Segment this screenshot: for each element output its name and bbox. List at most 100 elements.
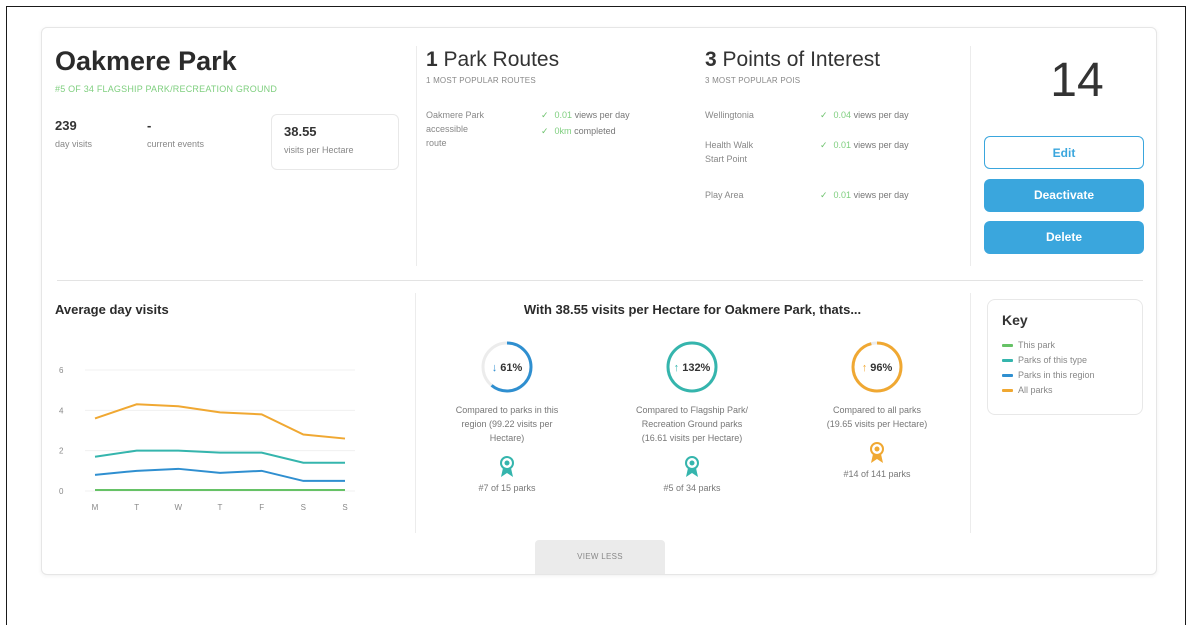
series-line-0 [94,403,346,440]
key-title: Key [1002,312,1028,328]
percent-value: 61% [500,362,522,374]
pois-subtitle: 3 MOST POPULAR POIS [705,76,801,85]
hectare-value: 38.55 [284,124,317,139]
pois-title: Points of Interest [722,48,881,71]
check-icon: ✓ [541,110,549,120]
park-title: Oakmere Park [55,46,237,76]
ring-label: ↓ 61% [492,362,523,374]
percent-value: 96% [870,362,892,374]
day-visits-chart: 0 2 4 6 M T W T F S S [59,366,355,512]
route-views-label: views per day [574,110,630,120]
award-badge-icon [870,442,884,463]
route-name-line: route [426,138,447,148]
key-label: Parks of this type [1018,355,1088,365]
poi-name[interactable]: Wellingtonia [705,108,754,122]
park-card: Oakmere Park #5 OF 34 FLAGSHIP PARK/RECR… [41,27,1157,575]
key-label: Parks in this region [1018,370,1095,380]
divider [970,46,971,266]
pois-count: 3 [705,48,717,71]
comparison-description: Compared to parks in this region (99.22 v… [422,403,592,445]
poi-stat: ✓ 0.01 views per day [820,137,909,153]
x-tick-label: F [259,503,264,512]
park-rank: #5 of 34 parks [663,483,721,493]
current-events-value: - [147,118,152,133]
series-line-2 [94,467,345,482]
description-line: Compared to all parks [832,405,922,415]
poi-views-label: views per day [853,190,909,200]
route-completed-value: 0km [554,126,572,136]
percent-value: 132% [682,362,710,374]
poi-name-line: Start Point [705,154,748,164]
description-line: Compared to parks in this [455,405,559,415]
ring-label: ↑ 132% [674,362,711,374]
route-views-value: 0.01 [554,110,573,120]
award-badge-icon [500,456,514,477]
percentage-ring: ↑ 132% [666,341,718,393]
x-tick-label: W [175,503,183,512]
y-tick-label: 0 [59,487,64,496]
comparison-title: With 38.55 visits per Hectare for Oakmer… [523,302,862,317]
percentage-ring: ↓ 61% [481,341,533,393]
divider [415,293,416,533]
route-name[interactable]: Oakmere Park accessible route [426,108,526,150]
routes-heading: 1 Park Routes [426,48,559,72]
key-item-parks-in-region: Parks in this region [1002,368,1142,383]
routes-section: 1 Park Routes 1 MOST POPULAR ROUTES [426,48,559,85]
description-line: (19.65 visits per Hectare) [826,419,928,429]
count-display: 14 [1050,54,1104,107]
comparison-item: ↑ 96% Compared to all parks (19.65 visits … [792,339,962,479]
swatch [1002,374,1013,378]
poi-views-value: 0.01 [833,190,852,200]
comparison-item: ↑ 132% Compared to Flagship Park/Recreati… [607,339,777,493]
description-line: region (99.22 visits per [461,419,553,429]
poi-views-label: views per day [853,110,909,120]
section-divider [57,280,1143,281]
comparison-item: ↓ 61% Compared to parks in this region (99… [422,339,592,493]
delete-button[interactable]: Delete [984,221,1144,254]
x-tick-label: S [301,503,306,512]
chart-title: Average day visits [55,302,169,317]
arrow-icon: ↑ [862,362,868,374]
divider [416,46,417,266]
poi-views-value: 0.04 [833,110,852,120]
poi-name-line: Health Walk [705,140,754,150]
hectare-label: visits per Hectare [284,145,354,155]
check-icon: ✓ [541,126,549,136]
visits-per-hectare-box: 38.55 visits per Hectare [271,114,399,170]
poi-views-label: views per day [853,140,909,150]
y-tick-label: 4 [59,406,64,415]
comparison-description: Compared to all parks (19.65 visits per H… [792,403,962,431]
park-rank: #7 of 15 parks [478,483,536,493]
day-visits-value: 239 [55,118,77,133]
park-ranking-subtitle: #5 OF 34 FLAGSHIP PARK/RECREATION GROUND [55,84,278,94]
check-icon: ✓ [820,190,828,200]
poi-name[interactable]: Health Walk Start Point [705,138,753,166]
deactivate-button[interactable]: Deactivate [984,179,1144,212]
series-line-1 [94,449,345,464]
legend-key: Key This park Parks of this type Parks i… [987,299,1143,415]
y-tick-label: 6 [59,366,64,375]
x-tick-label: T [218,503,223,512]
day-visits-stat: 239 day visits [55,118,92,149]
description-line: (16.61 visits per Hectare) [641,433,743,443]
description-line: Hectare) [489,433,525,443]
key-item-parks-of-type: Parks of this type [1002,353,1142,368]
key-label: All parks [1018,385,1053,395]
view-less-button[interactable]: VIEW LESS [535,540,665,574]
arrow-icon: ↓ [492,362,498,374]
poi-stat: ✓ 0.01 views per day [820,187,909,203]
pois-heading: 3 Points of Interest [705,48,880,72]
current-events-label: current events [147,139,205,149]
percentage-ring: ↑ 96% [851,341,903,393]
description-line: Recreation Ground parks [641,419,743,429]
routes-count: 1 [426,48,438,71]
poi-stat: ✓ 0.04 views per day [820,107,909,123]
arrow-icon: ↑ [674,362,680,374]
poi-name[interactable]: Play Area [705,188,744,202]
check-icon: ✓ [820,110,828,120]
park-rank: #14 of 141 parks [843,469,911,479]
edit-button[interactable]: Edit [984,136,1144,169]
poi-name-line: Wellingtonia [705,110,754,120]
key-item-this-park: This park [1002,338,1142,353]
x-tick-label: S [342,503,347,512]
